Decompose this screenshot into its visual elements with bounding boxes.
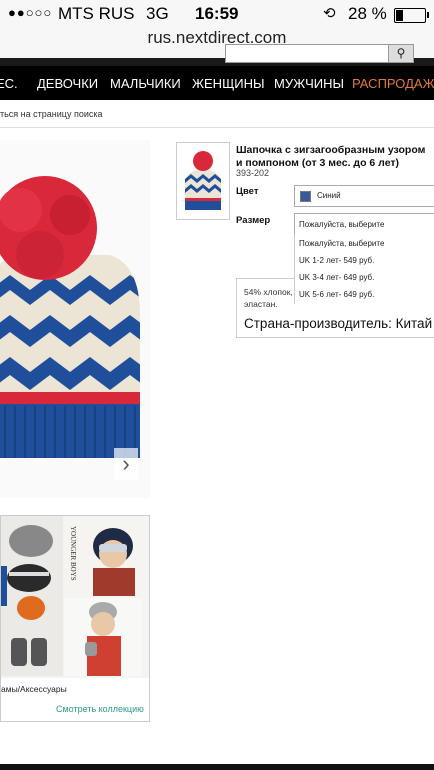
network-type: 3G xyxy=(146,4,169,23)
status-bar: ●●○○○ MTS RUS 3G 16:59 ⟲ 28 % xyxy=(0,0,434,28)
back-to-search-link[interactable]: ться на страницу поиска xyxy=(0,109,103,119)
nav-item-men[interactable]: МУЖЧИНЫ xyxy=(274,76,344,91)
collection-caption: амы/Аксессуары xyxy=(1,684,67,694)
size-option[interactable]: UK 1-2 лет- 549 руб. xyxy=(299,256,374,265)
size-option[interactable]: UK 3-4 лет- 649 руб. xyxy=(299,273,374,282)
product-code: 393-202 xyxy=(236,168,270,178)
color-value: Синий xyxy=(317,191,341,200)
country-of-origin: Страна-производитель: Китай xyxy=(244,316,433,331)
battery-icon xyxy=(394,8,429,23)
color-select[interactable]: Синий xyxy=(294,185,434,207)
search-icon[interactable]: ⚲ xyxy=(388,44,414,63)
composition-text: 54% хлопок, эластан. xyxy=(244,287,293,309)
nav-item-boys[interactable]: МАЛЬЧИКИ xyxy=(110,76,181,91)
size-select[interactable]: Пожалуйста, выберите xyxy=(294,213,434,236)
carrier-name: MTS RUS xyxy=(58,4,135,23)
thumbnail-image xyxy=(177,143,229,219)
size-option[interactable]: Пожалуйста, выберите xyxy=(299,239,384,248)
signal-strength: ●●○○○ xyxy=(8,5,53,20)
nav-item-girls[interactable]: ДЕВОЧКИ xyxy=(37,76,98,91)
nav-item-partial[interactable]: ЕС. xyxy=(0,76,18,91)
size-label: Размер xyxy=(236,215,271,226)
product-title: Шапочка с зигзагообразным узором и помпо… xyxy=(236,144,426,169)
size-select-value: Пожалуйста, выберите xyxy=(299,220,385,229)
product-main-image[interactable]: › xyxy=(0,140,150,498)
magazine-text: YOUNGER BOYS xyxy=(69,526,77,581)
color-label: Цвет xyxy=(236,186,259,197)
size-dropdown: Пожалуйста, выберите UK 1-2 лет- 549 руб… xyxy=(294,234,434,304)
nav-item-sale[interactable]: РАСПРОДАЖА xyxy=(352,76,434,91)
product-thumbnail[interactable] xyxy=(176,142,230,220)
nav-item-women[interactable]: ЖЕНЩИНЫ xyxy=(192,76,265,91)
main-nav: ЕС. ДЕВОЧКИ МАЛЬЧИКИ ЖЕНЩИНЫ МУЖЧИНЫ РАС… xyxy=(0,66,434,100)
hat-image xyxy=(0,176,140,458)
color-swatch xyxy=(300,191,311,202)
site-search-input[interactable] xyxy=(225,44,391,63)
breadcrumb: ться на страницу поиска xyxy=(0,101,434,128)
view-collection-link[interactable]: Смотреть коллекцию xyxy=(56,704,144,714)
collection-promo[interactable]: YOUNGER BOYS амы/Аксессуары Смотреть кол… xyxy=(0,515,150,722)
clock: 16:59 xyxy=(195,4,239,23)
collection-image: YOUNGER BOYS xyxy=(1,516,149,678)
rotation-lock-icon: ⟲ xyxy=(323,5,336,22)
size-option[interactable]: UK 5-6 лет- 649 руб. xyxy=(299,290,374,299)
bottom-edge xyxy=(0,764,434,770)
battery-fill xyxy=(396,10,404,21)
next-image-arrow-icon[interactable]: › xyxy=(114,448,138,480)
battery-percent: 28 % xyxy=(348,4,387,23)
